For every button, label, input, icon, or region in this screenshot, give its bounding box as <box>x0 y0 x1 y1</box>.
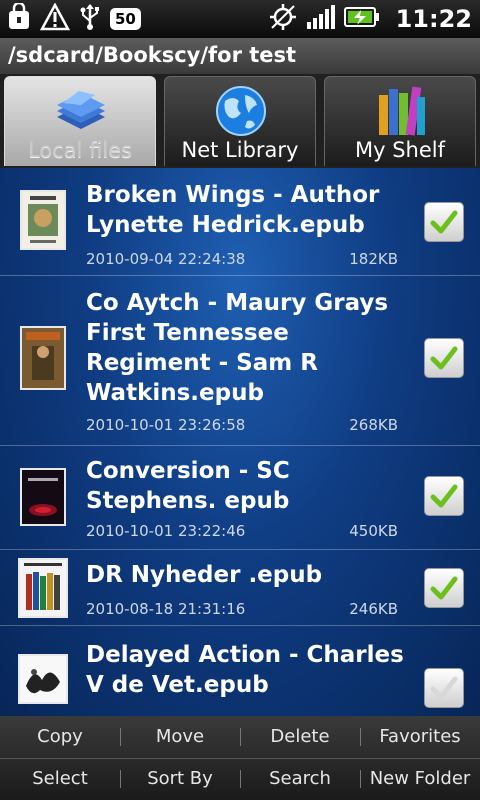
file-size: 268KB <box>349 416 398 434</box>
menu-row-2: Select Sort By Search New Folder <box>0 758 480 800</box>
file-name: Broken Wings - Author Lynette Hedrick.ep… <box>86 182 380 238</box>
select-checkbox[interactable] <box>424 668 464 708</box>
select-checkbox[interactable] <box>424 338 464 378</box>
tab-bar: Local files Net Library My Shelf <box>0 74 480 168</box>
file-size: 246KB <box>349 600 398 618</box>
battery-badge: 50 <box>110 8 141 30</box>
options-menu: Copy Move Delete Favorites Select Sort B… <box>0 716 480 800</box>
status-right: 11:22 <box>268 4 472 34</box>
file-size: 450KB <box>349 522 398 540</box>
file-date: 2010-10-01 23:22:46 <box>86 522 246 540</box>
select-checkbox[interactable] <box>424 476 464 516</box>
list-item[interactable]: Delayed Action - Charles V de Vet.epub <box>0 626 480 716</box>
book-cover-thumbnail <box>22 192 64 248</box>
file-size: 182KB <box>349 250 398 268</box>
book-cover-thumbnail <box>20 560 66 616</box>
signal-icon <box>306 4 336 34</box>
book-cover-thumbnail <box>22 470 64 524</box>
sort-by-button[interactable]: Sort By <box>120 758 240 800</box>
warning-icon <box>39 2 71 35</box>
local-files-icon <box>57 91 105 129</box>
list-item[interactable]: DR Nyheder .epub 2010-08-18 21:31:16 246… <box>0 550 480 626</box>
new-folder-button[interactable]: New Folder <box>360 758 480 800</box>
search-button[interactable]: Search <box>240 758 360 800</box>
tab-my-shelf[interactable]: My Shelf <box>324 76 476 166</box>
checkmark-icon <box>430 210 458 234</box>
file-name: DR Nyheder .epub <box>86 562 323 588</box>
move-button[interactable]: Move <box>120 716 240 758</box>
checkmark-icon <box>430 676 458 700</box>
status-bar: 50 11:22 <box>0 0 480 38</box>
file-name: Co Aytch - Maury Grays First Tennessee R… <box>86 290 389 406</box>
tab-local-files-label: Local files <box>27 138 133 162</box>
select-button[interactable]: Select <box>0 758 120 800</box>
battery-charging-icon <box>343 6 380 32</box>
tab-net-library-label: Net Library <box>181 138 299 162</box>
select-checkbox[interactable] <box>424 202 464 242</box>
book-cover-thumbnail <box>22 328 64 388</box>
menu-row-1: Copy Move Delete Favorites <box>0 716 480 759</box>
checkmark-icon <box>430 346 458 370</box>
select-checkbox[interactable] <box>424 568 464 608</box>
tab-my-shelf-label: My Shelf <box>354 138 445 162</box>
usb-icon <box>78 3 102 35</box>
status-left: 50 <box>6 1 141 35</box>
delete-button[interactable]: Delete <box>240 716 360 758</box>
globe-icon <box>216 86 266 136</box>
book-cover-thumbnail <box>20 656 66 702</box>
file-date: 2010-08-18 21:31:16 <box>86 600 246 618</box>
list-item[interactable]: Broken Wings - Author Lynette Hedrick.ep… <box>0 168 480 276</box>
books-icon <box>379 86 425 136</box>
clock: 11:22 <box>395 5 472 33</box>
file-list[interactable]: Broken Wings - Author Lynette Hedrick.ep… <box>0 168 480 716</box>
list-item[interactable]: Co Aytch - Maury Grays First Tennessee R… <box>0 276 480 446</box>
checkmark-icon <box>430 576 458 600</box>
tab-net-library[interactable]: Net Library <box>164 76 316 166</box>
current-path: /sdcard/Bookscy/for test <box>8 43 297 67</box>
file-name: Delayed Action - Charles V de Vet.epub <box>86 642 404 698</box>
favorites-button[interactable]: Favorites <box>360 716 480 758</box>
list-item[interactable]: Conversion - SC Stephens. epub 2010-10-0… <box>0 446 480 550</box>
copy-button[interactable]: Copy <box>0 716 120 758</box>
lock-bag-icon <box>6 1 32 35</box>
gps-icon <box>268 2 298 36</box>
path-bar: /sdcard/Bookscy/for test <box>0 38 480 75</box>
tab-local-files[interactable]: Local files <box>4 76 156 166</box>
file-date: 2010-10-01 23:26:58 <box>86 416 246 434</box>
file-date: 2010-09-04 22:24:38 <box>86 250 246 268</box>
file-name: Conversion - SC Stephens. epub <box>86 458 290 514</box>
checkmark-icon <box>430 484 458 508</box>
